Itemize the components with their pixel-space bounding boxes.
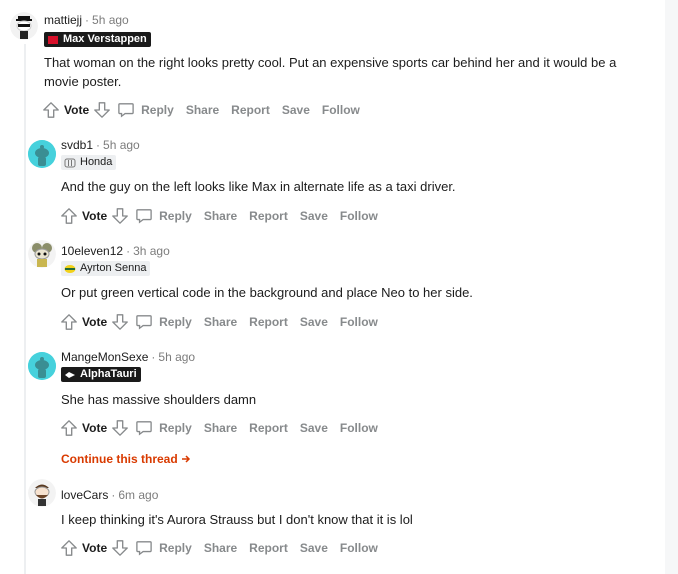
save-button[interactable]: Save	[300, 209, 328, 223]
comment-body: That woman on the right looks pretty coo…	[44, 55, 617, 89]
default-snoo-icon	[28, 140, 56, 168]
comment-timestamp[interactable]: 5h ago	[92, 13, 129, 27]
follow-button[interactable]: Follow	[340, 421, 378, 435]
vote-count: Vote	[82, 315, 108, 329]
comment-author[interactable]: loveCars	[61, 488, 108, 502]
downvote-icon[interactable]	[93, 101, 111, 119]
share-button[interactable]: Share	[204, 541, 237, 555]
comment-timestamp[interactable]: 5h ago	[103, 138, 140, 152]
user-flair: Honda	[61, 155, 117, 170]
follow-button[interactable]: Follow	[322, 103, 360, 117]
red-bull-flair-icon	[48, 35, 58, 44]
continue-thread-link[interactable]: Continue this thread	[61, 452, 191, 466]
comment-timestamp[interactable]: 3h ago	[133, 244, 170, 258]
comment-actions: Vote Reply Share Report Save Follow	[60, 310, 390, 334]
comment-author[interactable]: MangeMonSexe	[61, 350, 148, 364]
comment-body: She has massive shoulders damn	[61, 392, 257, 407]
snoo-avatar-icon	[28, 240, 56, 268]
thread-line-root[interactable]	[24, 44, 26, 574]
comment-body: And the guy on the left looks like Max i…	[61, 179, 456, 194]
report-button[interactable]: Report	[231, 103, 270, 117]
vote-count: Vote	[82, 541, 108, 555]
downvote-icon[interactable]	[111, 207, 129, 225]
downvote-icon[interactable]	[111, 539, 129, 557]
vote-count: Vote	[82, 209, 108, 223]
page-gutter	[665, 0, 678, 574]
comment-author[interactable]: svdb1	[61, 138, 93, 152]
reply-button[interactable]: Reply	[135, 420, 192, 436]
comment-author[interactable]: 10eleven12	[61, 244, 123, 258]
comment-author[interactable]: mattiejj	[44, 13, 82, 27]
upvote-icon[interactable]	[60, 207, 78, 225]
comment-bubble-icon	[136, 541, 152, 556]
avatar[interactable]	[28, 140, 56, 168]
senna-helmet-flair-icon	[64, 264, 76, 273]
follow-button[interactable]: Follow	[340, 541, 378, 555]
user-flair: Max Verstappen	[44, 32, 151, 47]
report-button[interactable]: Report	[249, 541, 288, 555]
comment-timestamp[interactable]: 6m ago	[118, 488, 158, 502]
upvote-icon[interactable]	[60, 419, 78, 437]
snoo-avatar-icon	[10, 12, 38, 40]
user-flair: Ayrton Senna	[61, 261, 151, 276]
vote-count: Vote	[64, 103, 90, 117]
report-button[interactable]: Report	[249, 315, 288, 329]
share-button[interactable]: Share	[204, 315, 237, 329]
reply-button[interactable]: Reply	[117, 102, 174, 118]
share-button[interactable]: Share	[204, 209, 237, 223]
share-button[interactable]: Share	[186, 103, 219, 117]
user-flair: AlphaTauri	[61, 367, 141, 382]
comment-actions: Vote Reply Share Report Save Follow	[60, 204, 390, 228]
report-button[interactable]: Report	[249, 209, 288, 223]
avatar[interactable]	[28, 240, 56, 268]
honda-flair-icon	[64, 158, 76, 167]
vote-count: Vote	[82, 421, 108, 435]
comment-bubble-icon	[118, 103, 134, 118]
default-snoo-icon	[28, 352, 56, 380]
save-button[interactable]: Save	[282, 103, 310, 117]
comment-bubble-icon	[136, 209, 152, 224]
upvote-icon[interactable]	[60, 539, 78, 557]
avatar[interactable]	[28, 479, 56, 507]
comment-body: I keep thinking it's Aurora Strauss but …	[61, 512, 413, 527]
reply-button[interactable]: Reply	[135, 540, 192, 556]
comment-actions: Vote Reply Share Report Save Follow	[60, 416, 390, 440]
downvote-icon[interactable]	[111, 313, 129, 331]
snoo-avatar-icon	[28, 479, 56, 507]
comment-actions: Vote Reply Share Report Save Follow	[60, 536, 390, 560]
save-button[interactable]: Save	[300, 315, 328, 329]
share-button[interactable]: Share	[204, 421, 237, 435]
upvote-icon[interactable]	[42, 101, 60, 119]
upvote-icon[interactable]	[60, 313, 78, 331]
save-button[interactable]: Save	[300, 421, 328, 435]
comment-actions: Vote Reply Share Report Save Follow	[42, 98, 372, 122]
comment-bubble-icon	[136, 315, 152, 330]
arrow-right-icon	[182, 455, 191, 463]
downvote-icon[interactable]	[111, 419, 129, 437]
avatar[interactable]	[10, 12, 38, 40]
report-button[interactable]: Report	[249, 421, 288, 435]
save-button[interactable]: Save	[300, 541, 328, 555]
avatar[interactable]	[28, 352, 56, 380]
comment-timestamp[interactable]: 5h ago	[158, 350, 195, 364]
comment-body: Or put green vertical code in the backgr…	[61, 285, 473, 300]
reply-button[interactable]: Reply	[135, 208, 192, 224]
comment-bubble-icon	[136, 421, 152, 436]
follow-button[interactable]: Follow	[340, 315, 378, 329]
follow-button[interactable]: Follow	[340, 209, 378, 223]
reply-button[interactable]: Reply	[135, 314, 192, 330]
alphatauri-flair-icon	[65, 371, 75, 378]
